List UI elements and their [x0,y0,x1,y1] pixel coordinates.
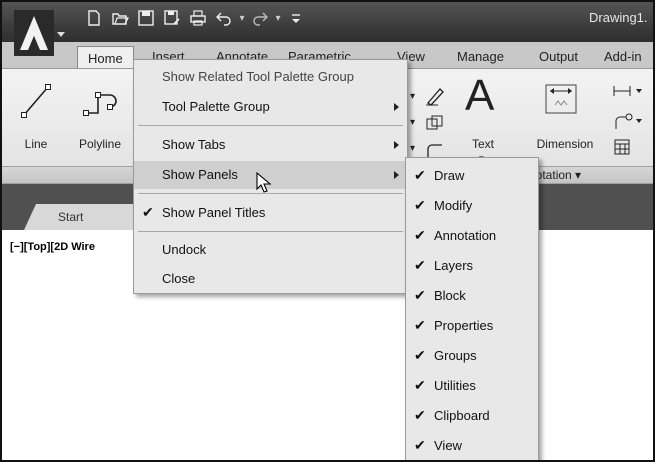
submenu-item-modify[interactable]: ✔ Modify [406,191,538,221]
dropdown-arrow-icon[interactable]: ▾ [410,143,415,154]
table-icon[interactable] [614,139,630,155]
submenu-item-groups[interactable]: ✔ Groups [406,341,538,371]
submenu-item-block[interactable]: ✔ Block [406,281,538,311]
viewport-controls[interactable]: [−][Top][2D Wire [10,241,95,253]
menu-item-label: Close [162,271,196,286]
checkmark-icon: ✔ [414,227,426,243]
menu-item-label: Undock [162,242,207,257]
show-panels-submenu: ✔ Draw ✔ Modify ✔ Annotation ✔ Layers ✔ … [405,157,539,460]
dimension-icon [545,84,577,114]
submenu-item-clipboard[interactable]: ✔ Clipboard [406,401,538,431]
dropdown-arrow-icon[interactable]: ▾ [410,117,415,128]
line-tool[interactable]: Line [16,79,56,151]
submenu-arrow-icon [394,103,399,111]
copy-icon[interactable] [424,113,446,135]
mouse-cursor-icon [256,172,272,193]
menu-item-tool-palette-group[interactable]: Tool Palette Group [134,93,407,121]
submenu-item-label: Utilities [434,378,476,393]
application-menu-button[interactable] [11,8,65,64]
polyline-tool[interactable]: Polyline [72,79,128,151]
submenu-item-label: Clipboard [434,408,490,423]
submenu-item-layers[interactable]: ✔ Layers [406,251,538,281]
save-as-icon[interactable] [160,6,184,30]
undo-icon[interactable] [212,6,236,30]
plot-icon[interactable] [186,6,210,30]
submenu-arrow-icon [394,171,399,179]
tab-home[interactable]: Home [77,46,134,69]
menu-item-show-tabs[interactable]: Show Tabs [134,131,407,159]
submenu-item-label: Block [434,288,466,303]
start-tab-label: Start [58,210,84,224]
submenu-arrow-icon [394,141,399,149]
autocad-logo-icon [14,10,54,56]
title-bar: ▾ ▾ Drawing1. [2,2,653,42]
submenu-item-label: Properties [434,318,494,333]
checkmark-icon: ✔ [414,257,426,273]
submenu-item-label: Draw [434,168,465,183]
menu-item-show-related-tool-palette-group[interactable]: Show Related Tool Palette Group [134,63,407,91]
submenu-item-utilities[interactable]: ✔ Utilities [406,371,538,401]
start-tab[interactable]: Start [24,204,144,230]
dimension-tool[interactable]: Dimension [528,79,602,151]
checkmark-icon: ✔ [414,437,426,453]
menu-item-label: Show Tabs [162,137,226,152]
line-label: Line [24,137,48,151]
undo-dropdown-icon[interactable]: ▾ [238,8,246,28]
polyline-label: Polyline [78,137,122,151]
menu-separator [138,231,403,232]
text-tool[interactable]: A Text ▾ [460,71,506,165]
window-title: Drawing1. [589,10,648,25]
redo-dropdown-icon[interactable]: ▾ [274,8,282,28]
polyline-icon [83,92,117,116]
submenu-item-label: Annotation [434,228,497,243]
checkmark-icon: ✔ [414,377,426,393]
line-icon [21,84,51,118]
submenu-item-label: Layers [434,258,474,273]
menu-item-label: Show Panels [162,167,238,182]
menu-item-undock[interactable]: Undock [134,236,407,264]
submenu-item-annotation[interactable]: ✔ Annotation [406,221,538,251]
tab-output[interactable]: Output [539,49,578,64]
menu-item-label: Show Related Tool Palette Group [162,69,354,84]
checkmark-icon: ✔ [414,197,426,213]
submenu-item-label: View [434,438,462,453]
autocad-window: ▾ ▾ Drawing1. Home Insert Annotate Param… [0,0,655,462]
checkmark-icon: ✔ [414,287,426,303]
tab-manage[interactable]: Manage [457,49,504,64]
dropdown-arrow-icon[interactable]: ▾ [410,91,415,102]
checkmark-icon: ✔ [414,167,426,183]
checkmark-icon: ✔ [414,317,426,333]
menu-item-close[interactable]: Close [134,265,407,293]
open-icon[interactable] [108,6,132,30]
text-icon: A [465,71,495,120]
submenu-item-label: Groups [434,348,477,363]
application-menu-arrow-icon [57,32,65,37]
checkmark-icon: ✔ [414,347,426,363]
tab-add-ins[interactable]: Add-in [604,49,642,64]
menu-item-show-panel-titles[interactable]: ✔ Show Panel Titles [134,199,407,227]
checkmark-icon: ✔ [414,407,426,423]
linear-dimension-icon[interactable] [612,83,644,99]
menu-item-label: Show Panel Titles [162,205,266,220]
save-icon[interactable] [134,6,158,30]
new-icon[interactable] [82,6,106,30]
submenu-item-draw[interactable]: ✔ Draw [406,161,538,191]
submenu-item-view[interactable]: ✔ View [406,431,538,460]
menu-item-label: Tool Palette Group [162,99,270,114]
submenu-item-label: Modify [434,198,473,213]
quick-access-toolbar: ▾ ▾ [82,6,308,30]
redo-icon[interactable] [248,6,272,30]
menu-separator [138,125,403,126]
leader-icon[interactable] [612,111,644,131]
customize-icon[interactable] [284,6,308,30]
checkmark-icon: ✔ [142,204,154,220]
eraser-icon[interactable] [424,85,446,107]
text-label: Text [471,137,494,151]
dimension-label: Dimension [536,137,594,151]
submenu-item-properties[interactable]: ✔ Properties [406,311,538,341]
